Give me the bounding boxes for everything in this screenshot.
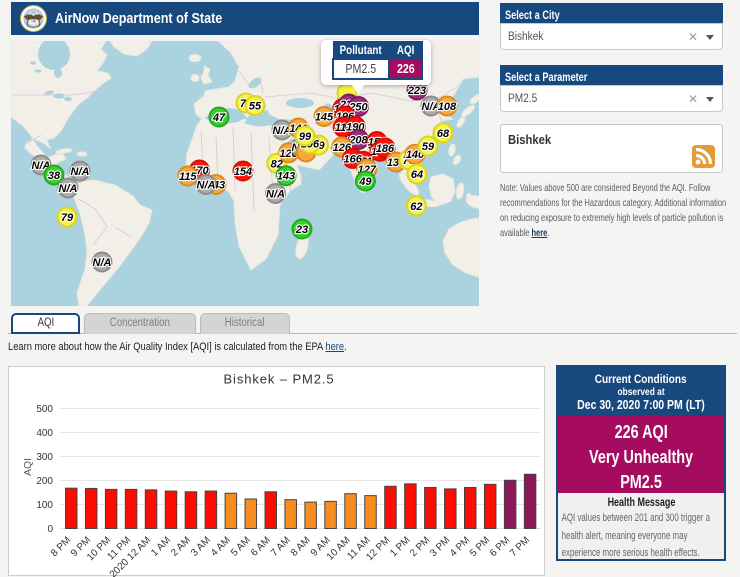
- svg-text:79: 79: [61, 212, 74, 224]
- svg-text:2 AM: 2 AM: [169, 535, 193, 559]
- svg-text:1 PM: 1 PM: [388, 535, 412, 559]
- svg-text:7 PM: 7 PM: [508, 535, 532, 559]
- svg-text:N/A: N/A: [93, 257, 112, 269]
- svg-text:Bishkek – PM2.5: Bishkek – PM2.5: [223, 372, 334, 387]
- svg-text:59: 59: [422, 141, 435, 153]
- svg-text:2 PM: 2 PM: [408, 535, 432, 559]
- svg-text:N/A: N/A: [197, 180, 216, 192]
- svg-text:68: 68: [437, 128, 450, 140]
- svg-text:7 AM: 7 AM: [269, 535, 293, 559]
- svg-text:55: 55: [249, 101, 262, 113]
- svg-text:0: 0: [47, 524, 53, 535]
- svg-text:N/A: N/A: [59, 183, 78, 195]
- svg-text:6 AM: 6 AM: [249, 535, 273, 559]
- svg-text:99: 99: [299, 131, 312, 143]
- svg-text:3 AM: 3 AM: [189, 535, 213, 559]
- svg-text:143: 143: [277, 171, 295, 183]
- svg-text:223: 223: [407, 85, 426, 97]
- svg-text:145: 145: [315, 112, 334, 124]
- svg-text:4 PM: 4 PM: [448, 535, 472, 559]
- svg-text:49: 49: [358, 176, 372, 188]
- svg-text:5 AM: 5 AM: [229, 535, 253, 559]
- svg-text:47: 47: [212, 112, 226, 124]
- svg-text:8 AM: 8 AM: [289, 535, 313, 559]
- svg-text:8 PM: 8 PM: [49, 535, 73, 559]
- svg-text:100: 100: [36, 500, 53, 511]
- svg-text:108: 108: [438, 101, 457, 113]
- svg-text:115: 115: [179, 171, 197, 183]
- svg-text:62: 62: [410, 201, 422, 213]
- svg-text:3 PM: 3 PM: [428, 535, 452, 559]
- svg-text:N/A: N/A: [266, 189, 285, 201]
- svg-text:500: 500: [36, 404, 53, 415]
- svg-text:300: 300: [36, 452, 53, 463]
- svg-text:200: 200: [36, 476, 53, 487]
- svg-text:5 PM: 5 PM: [468, 535, 492, 559]
- svg-text:4 AM: 4 AM: [209, 535, 233, 559]
- svg-text:6 PM: 6 PM: [488, 535, 512, 559]
- svg-text:64: 64: [411, 169, 423, 181]
- svg-text:23: 23: [295, 224, 308, 236]
- svg-text:400: 400: [36, 428, 53, 439]
- svg-text:1 AM: 1 AM: [149, 535, 173, 559]
- svg-text:AQI: AQI: [22, 458, 34, 476]
- svg-text:N/A: N/A: [71, 166, 90, 178]
- svg-text:154: 154: [234, 166, 252, 178]
- svg-text:38: 38: [48, 170, 61, 182]
